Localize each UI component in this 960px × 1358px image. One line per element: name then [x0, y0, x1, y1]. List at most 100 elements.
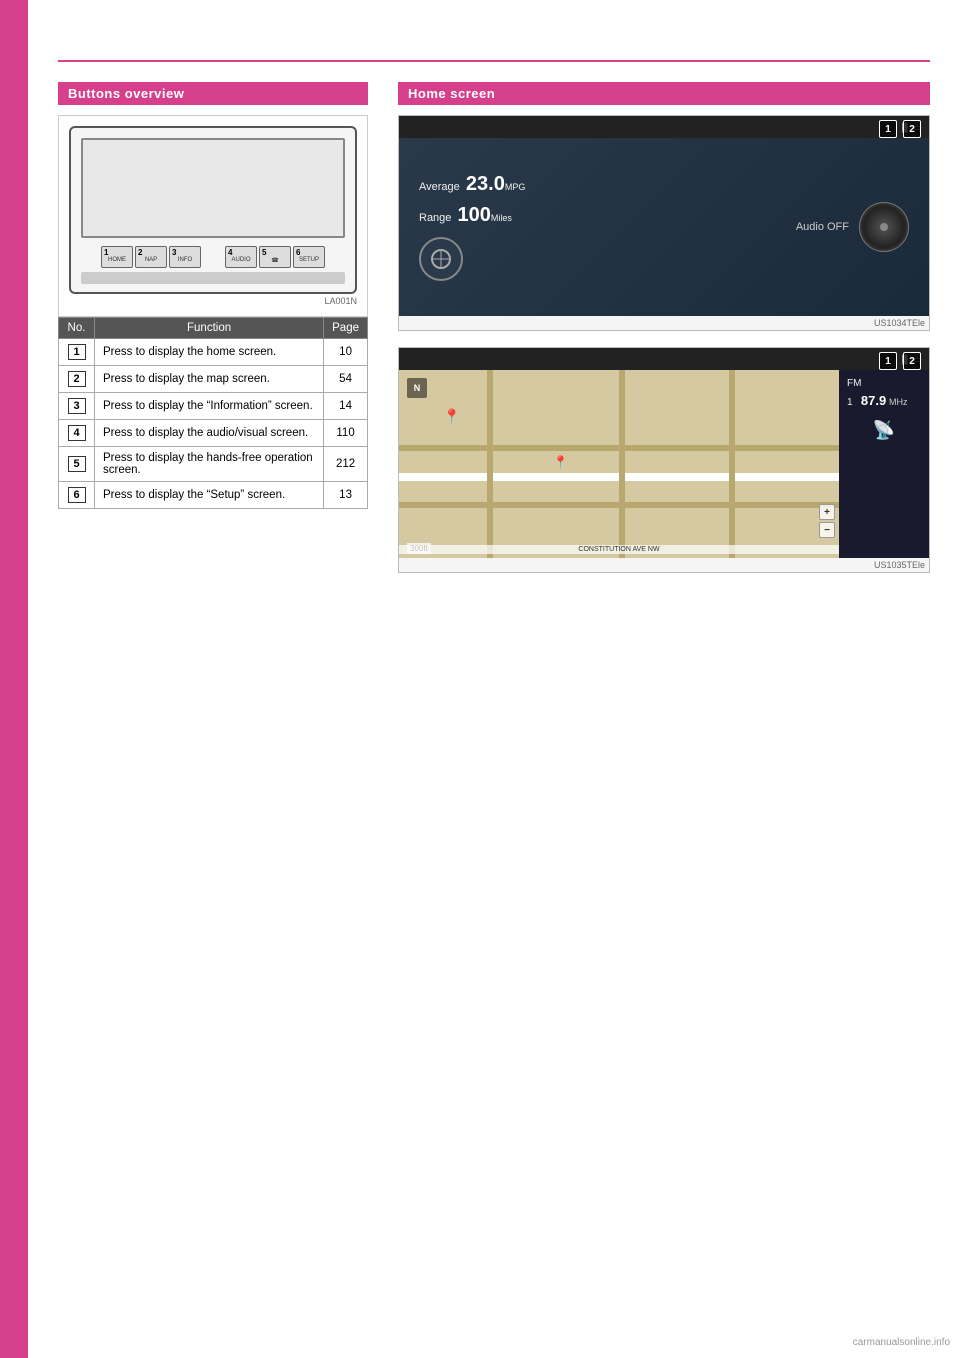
left-column: Buttons overview 1 HOME 2 NAP [58, 82, 368, 589]
screen1-caption: US1034TEle [399, 316, 929, 330]
dev-btn-3[interactable]: 3 INFO [169, 246, 201, 268]
screen1-left-info: Average 23.0MPG Range 100Miles [419, 173, 525, 281]
screen-inner-2: 1 2 ▐▌ ▭ [399, 348, 929, 558]
watermark: carmanualsonline.info [853, 1337, 950, 1348]
map-road-v2 [619, 370, 625, 558]
screen2-labels: 1 2 [879, 352, 921, 370]
screen2-badge1: 1 [879, 352, 897, 370]
function-table: No. Function Page 1Press to display the … [58, 317, 368, 509]
table-row: 6 Press to display the “Setup” screen.13 [59, 482, 368, 509]
map-compass: N [407, 378, 427, 398]
table-row: 1 Press to display the home screen.10 [59, 339, 368, 366]
map-zoom-btns: + − [819, 504, 835, 538]
table-cell-function: Press to display the map screen. [95, 366, 324, 393]
table-cell-no: 1 [59, 339, 95, 366]
table-cell-function: Press to display the audio/visual screen… [95, 420, 324, 447]
num-badge: 2 [68, 371, 86, 387]
table-cell-page: 14 [324, 393, 368, 420]
home-screen-section: 1 2 ▐▌ ▭ [398, 115, 930, 573]
screen-image-2: 1 2 ▐▌ ▭ [398, 347, 930, 573]
pink-sidebar [0, 0, 28, 1358]
range-label: Range [419, 212, 451, 224]
diagram-caption: LA001N [69, 296, 357, 306]
nav-icon-container [419, 237, 525, 281]
table-cell-page: 10 [324, 339, 368, 366]
table-cell-function: Press to display the home screen. [95, 339, 324, 366]
fm-text: FM [847, 378, 861, 389]
num-badge: 5 [68, 456, 86, 472]
average-value: 23.0 [466, 173, 505, 195]
num-badge: 4 [68, 425, 86, 441]
cd-center [880, 223, 888, 231]
dev-btn-5[interactable]: 5 ☎ [259, 246, 291, 268]
table-cell-function: Press to display the hands-free operatio… [95, 447, 324, 482]
table-cell-no: 4 [59, 420, 95, 447]
device-screen [81, 138, 345, 238]
signal-tower-icon: 📡 [847, 420, 921, 441]
table-cell-page: 212 [324, 447, 368, 482]
screen-inner-1: 1 2 ▐▌ ▭ [399, 116, 929, 316]
table-cell-page: 110 [324, 420, 368, 447]
fm-label: FM [847, 378, 921, 389]
main-content: Buttons overview 1 HOME 2 NAP [28, 0, 960, 629]
map-street-label: CONSTITUTION AVE NW [399, 545, 839, 554]
table-cell-no: 2 [59, 366, 95, 393]
map-right-panel: FM 1 87.9 MHz 📡 [839, 370, 929, 558]
buttons-overview-header: Buttons overview [58, 82, 368, 105]
fm-freq: 87.9 [861, 393, 886, 408]
average-label: Average [419, 181, 460, 193]
table-row: 5 Press to display the hands-free operati… [59, 447, 368, 482]
audio-off-block: Audio OFF [796, 221, 849, 233]
table-row: 2Press to display the map screen.54 [59, 366, 368, 393]
fm-unit: MHz [889, 397, 908, 407]
screen2-badge2: 2 [903, 352, 921, 370]
range-row: Range 100Miles [419, 204, 525, 227]
screen2-content: N 📍 📍 + − 300ft [399, 370, 929, 558]
screen2-top-bar: ▐▌ ▭ [399, 348, 929, 370]
screen1-badge2: 2 [903, 120, 921, 138]
device-bar [81, 272, 345, 284]
screen1-right-info: Audio OFF [796, 202, 909, 252]
map-road-v1 [487, 370, 493, 558]
crosshair-icon [431, 249, 451, 269]
dev-btn-6[interactable]: 6 SETUP [293, 246, 325, 268]
col-page: Page [324, 318, 368, 339]
buttons-overview-title: Buttons overview [68, 86, 184, 101]
audio-off-label: Audio OFF [796, 221, 849, 233]
num-badge: 3 [68, 398, 86, 414]
num-badge: 1 [68, 344, 86, 360]
right-column: Home screen 1 2 ▐▌ [398, 82, 930, 589]
zoom-in-btn[interactable]: + [819, 504, 835, 520]
table-cell-no: 5 [59, 447, 95, 482]
screen2-caption: US1035TEle [399, 558, 929, 572]
dev-btn-1[interactable]: 1 HOME [101, 246, 133, 268]
fm-channel: 1 [847, 397, 853, 408]
home-screen-header: Home screen [398, 82, 930, 105]
buttons-diagram: 1 HOME 2 NAP 3 INFO 4 [58, 115, 368, 317]
top-rule [58, 60, 930, 62]
fm-channel-row: 1 87.9 MHz [847, 393, 921, 408]
table-row: 4 Press to display the audio/visual scree… [59, 420, 368, 447]
device-outer: 1 HOME 2 NAP 3 INFO 4 [69, 126, 357, 294]
zoom-out-btn[interactable]: − [819, 522, 835, 538]
table-cell-function: Press to display the “Information” scree… [95, 393, 324, 420]
col-no: No. [59, 318, 95, 339]
table-cell-no: 6 [59, 482, 95, 509]
num-badge: 6 [68, 487, 86, 503]
dev-btn-2[interactable]: 2 NAP [135, 246, 167, 268]
dev-btn-4[interactable]: 4 AUDIO [225, 246, 257, 268]
range-unit: Miles [491, 213, 512, 223]
table-cell-no: 3 [59, 393, 95, 420]
table-cell-function: Press to display the “Setup” screen. [95, 482, 324, 509]
range-value: 100 [458, 204, 491, 226]
screen-image-1: 1 2 ▐▌ ▭ [398, 115, 930, 331]
device-buttons-row: 1 HOME 2 NAP 3 INFO 4 [81, 246, 345, 268]
average-row: Average 23.0MPG [419, 173, 525, 196]
table-cell-page: 13 [324, 482, 368, 509]
screen1-labels: 1 2 [879, 120, 921, 138]
screen1-content: Average 23.0MPG Range 100Miles [399, 138, 929, 316]
nav-icon-circle [419, 237, 463, 281]
screen1-badge1: 1 [879, 120, 897, 138]
map-area: N 📍 📍 + − 300ft [399, 370, 839, 558]
screen1-top-bar: ▐▌ ▭ [399, 116, 929, 138]
